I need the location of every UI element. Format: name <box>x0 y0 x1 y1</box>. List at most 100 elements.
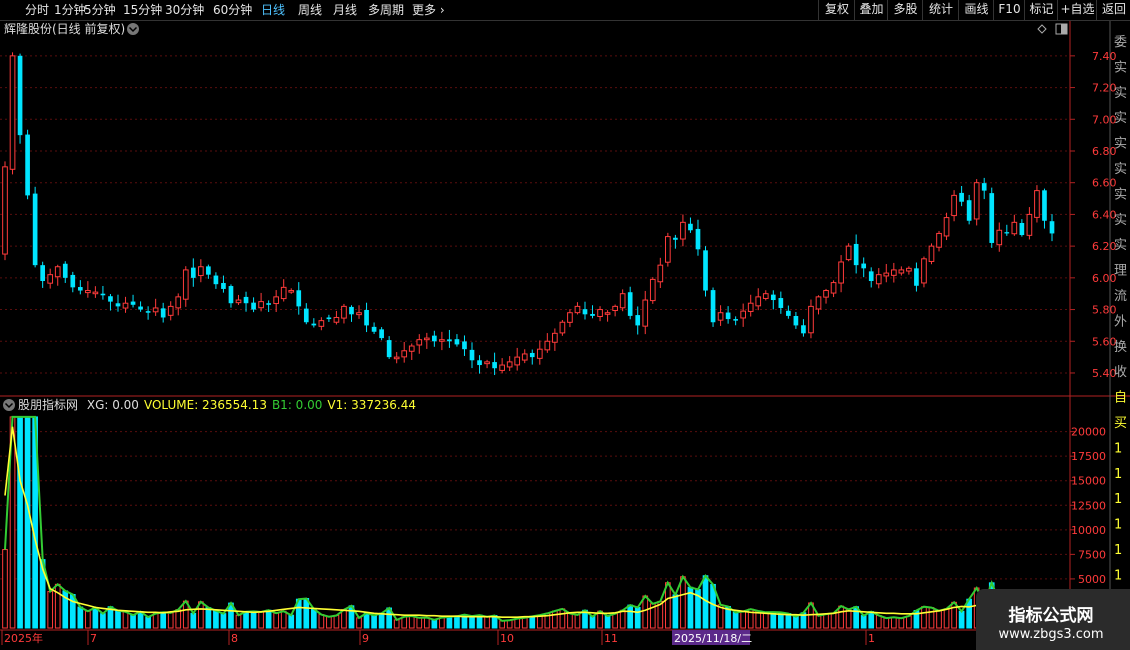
period-tab-8[interactable]: 月线 <box>333 1 357 19</box>
volume-bar <box>499 620 505 629</box>
side-glyph: 1 <box>1114 568 1122 583</box>
volume-bar <box>258 611 264 629</box>
volume-bar <box>845 608 852 629</box>
volume-bar <box>860 615 867 629</box>
volume-bar <box>288 614 295 629</box>
volume-bar <box>92 607 99 629</box>
volume-bar <box>280 610 287 629</box>
period-tab-1[interactable]: 1分钟 <box>54 1 86 19</box>
volume-bar <box>115 610 121 629</box>
volume-bar <box>469 615 475 629</box>
period-tab-7[interactable]: 周线 <box>298 1 322 19</box>
volume-tick-label: 10000 <box>1071 524 1106 537</box>
volume-bar <box>446 616 453 629</box>
period-tab-3[interactable]: 15分钟 <box>123 1 162 19</box>
volume-bar <box>951 601 957 629</box>
volume-bar <box>250 610 257 629</box>
volume-bar <box>680 576 686 629</box>
period-tab-5[interactable]: 60分钟 <box>213 1 252 19</box>
candle <box>703 246 708 297</box>
volume-bar <box>220 613 227 629</box>
volume-bar <box>627 604 634 629</box>
side-glyph: 1 <box>1114 492 1122 507</box>
volume-bar <box>484 616 490 629</box>
volume-bar <box>190 612 197 629</box>
period-tab-4[interactable]: 30分钟 <box>165 1 204 19</box>
side-glyph: 实 <box>1114 111 1127 126</box>
candle <box>649 277 656 304</box>
volume-bar <box>175 609 182 629</box>
volume-bar <box>732 611 739 629</box>
indicator-value-3: V1: 337236.44 <box>327 398 416 412</box>
volume-bar <box>665 582 671 629</box>
volume-bar <box>17 416 23 629</box>
period-tab-9[interactable]: 多周期 <box>368 1 404 19</box>
x-axis-label: 2025年 <box>4 631 43 645</box>
volume-bar <box>318 614 325 629</box>
toolbar-button-0[interactable]: 复权 <box>818 0 855 20</box>
toolbar-button-7[interactable]: +自选 <box>1057 0 1097 20</box>
cursor-date: 2025/11/18/二 <box>674 632 752 645</box>
volume-bar <box>100 613 106 629</box>
volume-bar <box>439 617 445 629</box>
toolbar-button-4[interactable]: 画线 <box>958 0 994 20</box>
x-axis-label: 7 <box>90 632 97 645</box>
volume-bar <box>454 615 460 629</box>
volume-bar <box>265 609 272 629</box>
main-panel-menu-icon[interactable] <box>127 23 139 35</box>
volume-tick-label: 5000 <box>1078 573 1106 586</box>
volume-bar <box>793 616 799 629</box>
volume-bar <box>310 608 317 629</box>
volume-bar <box>906 615 912 629</box>
period-tab-0[interactable]: 分时 <box>25 1 49 19</box>
volume-bar <box>883 617 890 629</box>
indicator-title: 股朋指标网 XG: 0.00 VOLUME: 236554.13 B1: 0.00 V… <box>18 397 416 412</box>
main-panel-title: 辉隆股份(日线 前复权) <box>4 21 125 36</box>
volume-bar <box>898 617 905 629</box>
x-axis-label: 8 <box>231 632 238 645</box>
toolbar-button-5[interactable]: F10 <box>993 0 1025 20</box>
candle <box>17 53 23 144</box>
volume-bar <box>205 607 212 629</box>
volume-bar <box>243 611 249 629</box>
side-glyph: 实 <box>1114 213 1127 228</box>
volume-bar <box>160 611 167 629</box>
period-tab-6[interactable]: 日线 <box>261 1 285 19</box>
volume-bar <box>574 614 581 629</box>
toolbar-button-6[interactable]: 标记 <box>1024 0 1058 20</box>
volume-bar <box>634 607 641 629</box>
side-glyph: 买 <box>1114 416 1127 431</box>
toolbar-button-8[interactable]: 返回 <box>1096 0 1130 20</box>
toolbar-button-2[interactable]: 多股 <box>887 0 923 20</box>
side-glyph: 换 <box>1114 340 1127 355</box>
volume-bar <box>24 416 31 629</box>
volume-bar <box>378 612 385 629</box>
volume-bar <box>762 611 769 629</box>
candle <box>973 179 980 226</box>
volume-bar <box>393 619 400 629</box>
price-tick-label: 7.40 <box>1092 50 1117 63</box>
volume-bar <box>356 617 362 629</box>
side-glyph: 流 <box>1114 289 1127 304</box>
x-axis-label: 11 <box>604 632 618 645</box>
period-tab-10[interactable]: 更多 › <box>412 1 445 19</box>
toolbar-button-3[interactable]: 统计 <box>922 0 959 20</box>
side-glyph: 实 <box>1114 238 1127 253</box>
volume-bar <box>567 612 573 629</box>
period-toolbar: 分时 1分钟 5分钟 15分钟 30分钟 60分钟 日线 周线 月线 多周期 更多 › 复权 叠加 多股统… <box>0 0 1130 21</box>
volume-bar <box>943 608 950 629</box>
price-tick-label: 6.60 <box>1092 177 1117 190</box>
side-glyph: 自 <box>1114 391 1127 406</box>
side-glyph: 委 <box>1114 35 1127 50</box>
volume-bar <box>921 606 927 629</box>
toolbar-button-1[interactable]: 叠加 <box>854 0 888 20</box>
volume-tick-label: 7500 <box>1078 548 1106 561</box>
volume-bar <box>341 609 347 629</box>
candle <box>25 129 30 200</box>
period-tab-2[interactable]: 5分钟 <box>84 1 116 19</box>
indicator-menu-icon[interactable] <box>3 399 15 411</box>
kline-chart[interactable]: 5.40 5.60 5.80 6.00 6.20 6.40 6.60 6.80 7.00 7.20… <box>0 0 1130 650</box>
candle <box>928 243 935 265</box>
watermark-url: www.zbgs3.com <box>998 627 1104 642</box>
price-tick-label: 6.80 <box>1092 145 1117 158</box>
